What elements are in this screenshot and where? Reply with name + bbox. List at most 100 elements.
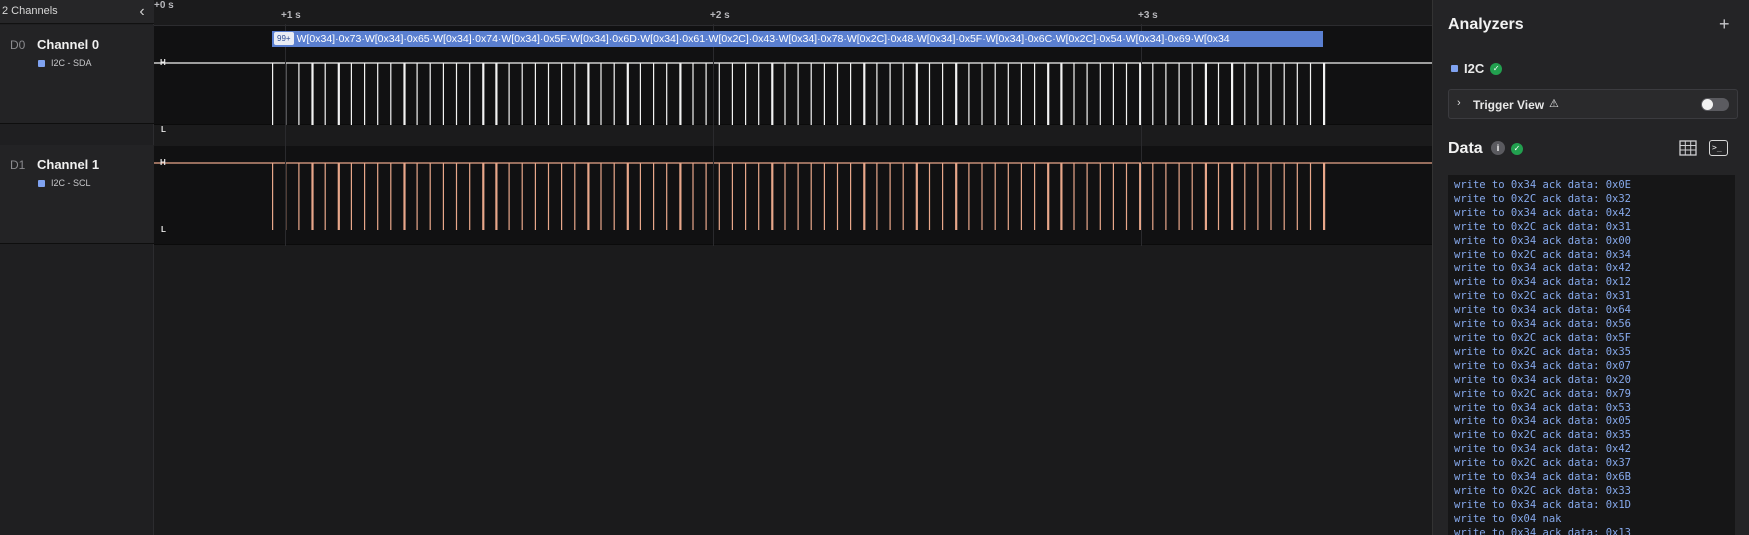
terminal-line: write to 0x2C ack data: 0x37	[1454, 457, 1632, 470]
signal-pulse	[403, 63, 406, 125]
signal-pulse	[705, 163, 707, 230]
signal-pulse	[928, 163, 931, 230]
signal-pulse	[902, 63, 904, 125]
terminal-line: write to 0x34 ack data: 0x12	[1454, 276, 1632, 289]
signal-pulse	[968, 163, 970, 230]
channel-id: D1	[10, 158, 26, 172]
terminal-line: write to 0x34 ack data: 0x42	[1454, 443, 1632, 456]
timeline-tick: +3 s	[1138, 10, 1158, 21]
signal-pulse	[1296, 163, 1298, 230]
signal-pulse	[1073, 163, 1075, 230]
signal-pulse	[1060, 163, 1063, 230]
signal-pulse	[692, 63, 694, 125]
signal-pulse	[1165, 63, 1167, 125]
analyzers-title: Analyzers	[1448, 16, 1524, 33]
signal-pulse	[758, 63, 760, 125]
channel-name[interactable]: Channel 1	[37, 157, 99, 172]
signal-pulse	[1034, 163, 1036, 230]
signal-pulse	[639, 163, 641, 230]
signal-pulse	[679, 163, 682, 230]
signal-pulse	[889, 63, 891, 125]
terminal-line: write to 0x2C ack data: 0x5F	[1454, 331, 1632, 344]
signal-pulse	[745, 63, 747, 125]
trigger-view-toggle[interactable]	[1701, 98, 1729, 111]
signal-pulse	[981, 163, 983, 230]
signal-pulse	[731, 163, 733, 230]
signal-pulse	[1191, 63, 1193, 125]
signal-pulse	[1047, 163, 1050, 230]
signal-pulse	[337, 63, 340, 125]
chevron-right-icon[interactable]: ›	[1457, 97, 1461, 109]
signal-pulse	[521, 163, 523, 230]
signal-pulse	[298, 163, 300, 230]
signal-pulse	[482, 63, 485, 125]
signal-pulse	[547, 63, 550, 125]
lane-channel-1[interactable]: H L	[154, 146, 1432, 245]
signal-pulse	[574, 163, 576, 230]
signal-pulse	[416, 163, 418, 230]
data-title: Data	[1448, 140, 1483, 157]
signal-pulse	[600, 163, 602, 230]
channel-row-1[interactable]: D1 Channel 1 I2C - SCL	[0, 145, 154, 244]
signal-pulse	[495, 163, 498, 230]
terminal-line: write to 0x34 ack data: 0x13	[1454, 526, 1632, 535]
signal-pulse	[850, 163, 852, 230]
signal-pulse	[350, 63, 352, 125]
analyzer-tag-sda[interactable]: I2C - SDA	[38, 58, 92, 68]
signal-pulse	[836, 63, 839, 125]
timeline-ruler[interactable]: +0 s +1 s +2 s +3 s	[154, 0, 1432, 26]
high-label: H	[160, 58, 166, 67]
color-square-icon	[38, 179, 45, 187]
analyzer-item-i2c[interactable]: I2C ✓	[1451, 61, 1503, 76]
waveform-area[interactable]: +0 s +1 s +2 s +3 s H L H L 99+ W[0x34]·0…	[154, 0, 1432, 535]
signal-pulse	[298, 63, 300, 125]
signal-pulse	[587, 63, 590, 125]
signal-pulse	[836, 163, 839, 230]
channel-row-0[interactable]: D0 Channel 0 I2C - SDA	[0, 25, 154, 124]
signal-pulse	[390, 63, 392, 125]
signal-pulse	[1309, 63, 1312, 125]
signal-pulse	[718, 63, 720, 125]
table-view-icon[interactable]	[1679, 140, 1697, 156]
signal-pulse	[311, 63, 314, 125]
signal-pulse	[666, 63, 668, 125]
signal-pulse	[797, 63, 799, 125]
add-analyzer-button[interactable]: +	[1719, 14, 1730, 35]
color-square-icon	[1451, 65, 1458, 72]
i2c-decode-bubble[interactable]: 99+ W[0x34]·0x73·W[0x34]·0x65·W[0x34]·0x7…	[272, 31, 1323, 47]
signal-pulse	[534, 163, 536, 230]
terminal-line: write to 0x34 ack data: 0x64	[1454, 304, 1632, 317]
analyzer-tag-scl[interactable]: I2C - SCL	[38, 178, 91, 188]
terminal-line: write to 0x2C ack data: 0x35	[1454, 429, 1632, 442]
signal-pulse	[442, 63, 444, 125]
terminal-line: write to 0x2C ack data: 0x34	[1454, 248, 1632, 261]
signal-pulse	[469, 63, 471, 125]
signal-pulse	[994, 63, 996, 125]
color-square-icon	[38, 59, 45, 67]
signal-pulse	[508, 163, 510, 230]
signal-pulse	[442, 163, 444, 230]
signal-pulse	[508, 63, 510, 125]
terminal-view-icon[interactable]: >_	[1709, 140, 1728, 156]
signal-pulse	[771, 163, 774, 230]
trigger-view-section[interactable]: › Trigger View ⚠	[1448, 89, 1738, 119]
signal-pulse	[1152, 63, 1154, 125]
signal-pulse	[377, 163, 379, 230]
signal-pulse	[613, 163, 615, 230]
signal-pulse	[653, 63, 655, 125]
channel-name[interactable]: Channel 0	[37, 37, 99, 52]
info-icon[interactable]: i	[1491, 141, 1505, 155]
data-terminal[interactable]: write to 0x34 ack data: 0x0E write to 0x2…	[1448, 175, 1735, 535]
signal-pulse	[823, 163, 825, 230]
chevron-left-icon[interactable]: ‹	[132, 2, 152, 22]
signal-pulse	[1270, 163, 1272, 230]
signal-pulse	[784, 163, 786, 230]
signal-pulse	[272, 63, 274, 125]
signal-pulse	[311, 163, 314, 230]
signal-pulse	[469, 163, 471, 230]
signal-pulse	[429, 163, 431, 230]
terminal-line: write to 0x34 ack data: 0x20	[1454, 373, 1632, 386]
low-label: L	[161, 125, 166, 134]
time-gridline	[285, 24, 286, 246]
toggle-knob	[1702, 99, 1713, 110]
